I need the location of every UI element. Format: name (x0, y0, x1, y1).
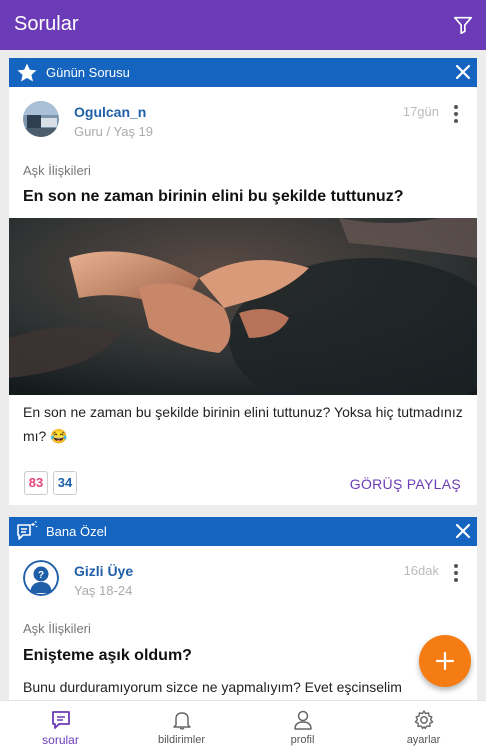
person-icon (293, 710, 312, 730)
close-icon[interactable] (455, 64, 471, 80)
anonymous-avatar[interactable]: ? (23, 560, 59, 596)
post-time: 16dak (403, 563, 439, 578)
question-category[interactable]: Aşk İlişkileri (23, 621, 91, 636)
user-name[interactable]: Ogulcan_n (74, 104, 146, 120)
question-category[interactable]: Aşk İlişkileri (23, 163, 91, 178)
card-header-daily-question: Günün Sorusu (9, 58, 477, 87)
card-header-label: Günün Sorusu (46, 65, 130, 80)
nav-item-profile[interactable]: profil (242, 701, 363, 752)
more-options-icon[interactable] (453, 105, 459, 123)
question-card[interactable]: Günün Sorusu Ogulcan_n Guru / Yaş 19 17g… (9, 58, 477, 505)
gear-icon (414, 710, 433, 730)
question-body-line: En son ne zaman bu şekilde birinin elini… (23, 404, 463, 420)
question-card[interactable]: Bana Özel ? Gizli Üye Yaş 18-24 16dak Aş… (9, 517, 477, 700)
page-title: Sorular (14, 13, 79, 35)
question-body: En son ne zaman bu şekilde birinin elini… (23, 400, 463, 448)
nav-label: ayarlar (406, 734, 441, 746)
filter-icon[interactable] (452, 14, 474, 36)
question-body-line: mı? 😂 (23, 428, 68, 444)
nav-item-questions[interactable]: sorular (0, 701, 121, 752)
app-bar: Sorular (0, 0, 486, 50)
share-opinion-button[interactable]: GÖRÜŞ PAYLAŞ (350, 476, 461, 492)
question-image[interactable] (9, 218, 477, 395)
card-header-label: Bana Özel (46, 524, 107, 539)
star-icon (17, 63, 37, 82)
user-meta: Guru / Yaş 19 (74, 124, 154, 139)
add-question-button[interactable] (419, 635, 471, 687)
nav-label: bildirimler (157, 734, 206, 746)
more-options-icon[interactable] (453, 564, 459, 582)
user-meta: Yaş 18-24 (74, 583, 133, 598)
avatar[interactable] (23, 101, 59, 137)
opinion-count-badge[interactable]: 83 (24, 471, 48, 495)
nav-label: sorular (42, 733, 79, 747)
plus-icon (435, 651, 455, 671)
questions-icon (51, 711, 70, 729)
nav-item-notifications[interactable]: bildirimler (121, 701, 242, 752)
close-icon[interactable] (455, 523, 471, 539)
svg-text:?: ? (38, 570, 44, 581)
card-header-for-you: Bana Özel (9, 517, 477, 546)
question-body: Bunu durduramıyorum sizce ne yapmalıyım?… (23, 679, 402, 695)
question-title[interactable]: En son ne zaman birinin elini bu şekilde… (23, 188, 403, 206)
bell-icon (172, 712, 191, 730)
question-title[interactable]: Enişteme aşık oldum? (23, 647, 192, 665)
bottom-navigation: sorular bildirimler profil ayarlar (0, 700, 486, 752)
nav-item-settings[interactable]: ayarlar (363, 701, 484, 752)
post-time: 17gün (402, 104, 439, 119)
nav-label: profil (290, 734, 315, 746)
vote-count-badge[interactable]: 34 (53, 471, 77, 495)
special-message-icon (17, 521, 38, 540)
user-name[interactable]: Gizli Üye (74, 563, 133, 579)
